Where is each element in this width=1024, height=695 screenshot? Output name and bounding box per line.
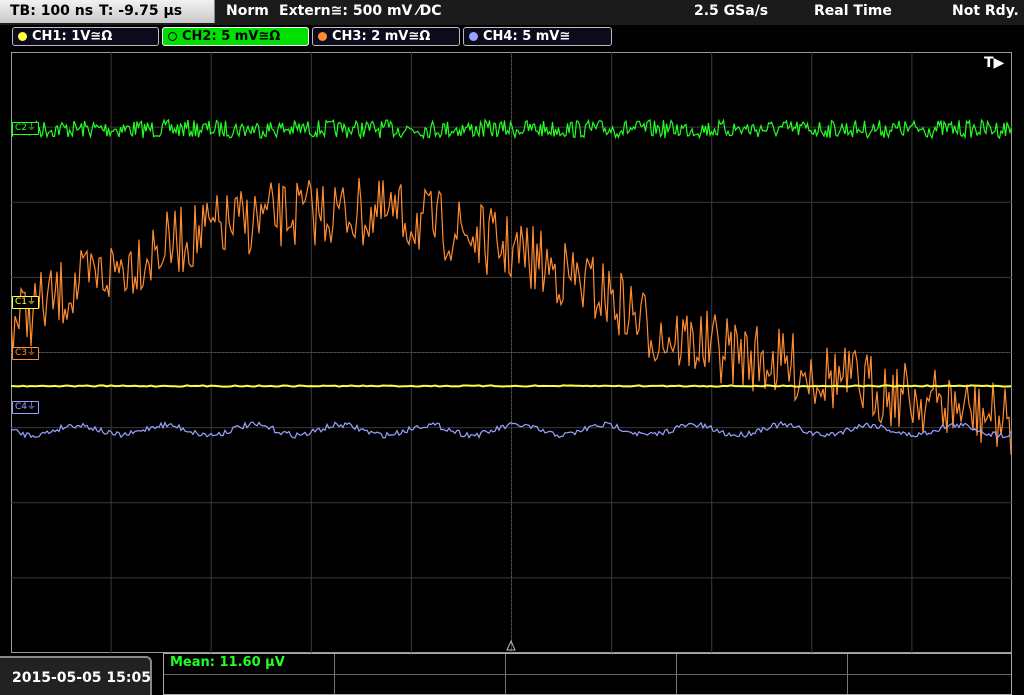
trigger-position-marker[interactable]: T▶ [984, 55, 1004, 71]
channel-marker-c3[interactable]: C3⏚ [12, 347, 40, 360]
trigger-mode[interactable]: Norm [226, 3, 269, 19]
channel-tab-ch2[interactable]: CH2: 5 mV≅Ω [162, 27, 309, 46]
channel-marker-c4[interactable]: C4⏚ [12, 401, 40, 414]
timebase-box[interactable]: TB: 100 ns T: -9.75 µs [0, 0, 215, 23]
channel-marker-c2[interactable]: C2⏚ [12, 122, 40, 135]
channel-dot-icon [18, 32, 27, 41]
channel-marker-c1[interactable]: C1⏚ [12, 296, 40, 309]
channel-label: CH2: 5 mV≅Ω [182, 29, 281, 44]
trace-ch1 [11, 384, 1012, 388]
timebase-label: TB: 100 ns [10, 3, 94, 19]
acquisition-mode: Real Time [814, 3, 892, 19]
acquisition-state: Not Rdy. [952, 3, 1019, 19]
channel-tab-ch1[interactable]: CH1: 1V≅Ω [12, 27, 159, 46]
channel-tab-ch4[interactable]: CH4: 5 mV≅ [463, 27, 612, 46]
status-bar: TB: 100 ns T: -9.75 µs Norm Extern≅: 500… [0, 0, 1024, 25]
channel-label: CH1: 1V≅Ω [32, 29, 113, 44]
channel-label: CH3: 2 mV≅Ω [332, 29, 431, 44]
measurement-mean: Mean: 11.60 µV [170, 655, 285, 670]
sample-rate: 2.5 GSa/s [694, 3, 769, 19]
channel-dot-icon [168, 32, 177, 41]
measurement-row-divider [164, 674, 1011, 675]
date-time-box: 2015-05-05 15:05 [0, 656, 152, 695]
channel-tab-ch3[interactable]: CH3: 2 mV≅Ω [312, 27, 460, 46]
graticule [11, 52, 1012, 653]
trigger-source[interactable]: Extern≅: 500 mV ⁄DC [279, 3, 441, 19]
date-time-label: 2015-05-05 15:05 [12, 670, 151, 686]
measurement-panel[interactable]: Mean: 11.60 µV [163, 653, 1012, 695]
channel-dot-icon [318, 32, 327, 41]
channel-dot-icon [469, 32, 478, 41]
waveform-canvas [11, 52, 1012, 653]
channel-label: CH4: 5 mV≅ [483, 29, 571, 44]
trigger-time-label: T: -9.75 µs [99, 3, 183, 19]
